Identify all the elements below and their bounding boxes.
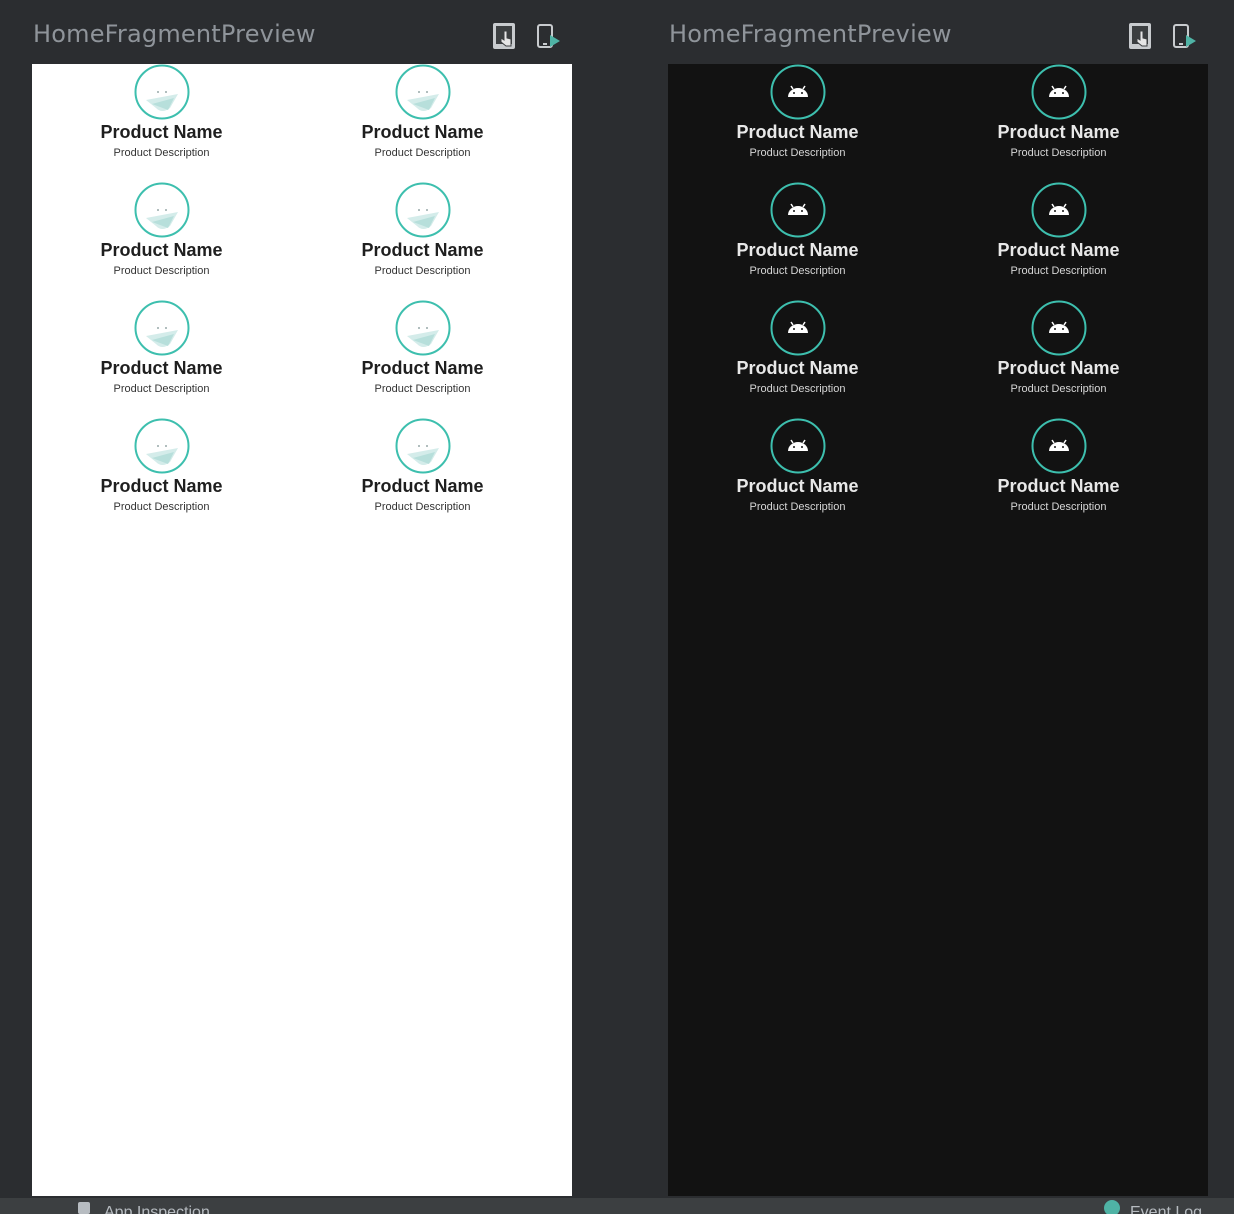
- product-card[interactable]: Product Name Product Description: [32, 64, 291, 182]
- product-card[interactable]: Product Name Product Description: [291, 418, 554, 536]
- product-name: Product Name: [736, 240, 859, 260]
- product-name: Product Name: [361, 122, 484, 142]
- product-card[interactable]: Product Name Product Description: [927, 418, 1190, 536]
- product-card[interactable]: Product Name Product Description: [32, 182, 291, 300]
- product-image-icon: [395, 418, 450, 474]
- deploy-to-device-icon[interactable]: [536, 22, 562, 50]
- product-card[interactable]: Product Name Product Description: [927, 64, 1190, 182]
- product-description: Product Description: [374, 265, 471, 277]
- product-card[interactable]: Product Name Product Description: [32, 418, 291, 536]
- product-description: Product Description: [1010, 383, 1107, 395]
- preview-panel-light: HomeFragmentPreview Product Name Product…: [30, 0, 605, 1196]
- product-name: Product Name: [100, 476, 223, 496]
- product-description: Product Description: [374, 501, 471, 513]
- android-icon: [770, 418, 825, 474]
- interactive-mode-icon[interactable]: [1128, 22, 1154, 50]
- android-icon: [1031, 300, 1086, 356]
- product-name: Product Name: [997, 240, 1120, 260]
- product-description: Product Description: [113, 383, 210, 395]
- preview-canvas-light: Product Name Product Description Product…: [32, 64, 572, 1196]
- product-description: Product Description: [113, 147, 210, 159]
- product-card[interactable]: Product Name Product Description: [668, 64, 927, 182]
- android-icon: [770, 300, 825, 356]
- product-image-icon: [395, 182, 450, 238]
- product-description: Product Description: [113, 265, 210, 277]
- android-icon: [1031, 418, 1086, 474]
- product-description: Product Description: [749, 147, 846, 159]
- preview-canvas-dark: Product Name Product Description Product…: [668, 64, 1208, 1196]
- product-name: Product Name: [736, 476, 859, 496]
- product-description: Product Description: [113, 501, 210, 513]
- bottom-tool-strip: App Inspection Event Log: [0, 1198, 1234, 1214]
- deploy-to-device-icon[interactable]: [1172, 22, 1198, 50]
- product-description: Product Description: [1010, 147, 1107, 159]
- product-card[interactable]: Product Name Product Description: [668, 418, 927, 536]
- product-image-icon: [395, 300, 450, 356]
- product-card[interactable]: Product Name Product Description: [291, 182, 554, 300]
- product-image-icon: [134, 300, 189, 356]
- android-icon: [1031, 182, 1086, 238]
- product-card[interactable]: Product Name Product Description: [668, 182, 927, 300]
- product-image-icon: [134, 418, 189, 474]
- product-name: Product Name: [997, 358, 1120, 378]
- product-card[interactable]: Product Name Product Description: [32, 300, 291, 418]
- preview-panel-dark: HomeFragmentPreview Product Name Product…: [666, 0, 1234, 1196]
- product-grid: Product Name Product Description Product…: [668, 64, 1208, 536]
- product-description: Product Description: [374, 147, 471, 159]
- product-image-icon: [134, 64, 189, 120]
- product-description: Product Description: [749, 383, 846, 395]
- product-description: Product Description: [749, 265, 846, 277]
- product-image-icon: [134, 182, 189, 238]
- product-description: Product Description: [374, 383, 471, 395]
- product-name: Product Name: [997, 476, 1120, 496]
- product-card[interactable]: Product Name Product Description: [927, 300, 1190, 418]
- android-icon: [1031, 64, 1086, 120]
- android-icon: [770, 182, 825, 238]
- product-card[interactable]: Product Name Product Description: [291, 64, 554, 182]
- app-inspection-tab[interactable]: App Inspection: [104, 1204, 210, 1214]
- product-name: Product Name: [736, 122, 859, 142]
- product-name: Product Name: [361, 240, 484, 260]
- product-name: Product Name: [100, 122, 223, 142]
- product-name: Product Name: [736, 358, 859, 378]
- product-card[interactable]: Product Name Product Description: [291, 300, 554, 418]
- product-name: Product Name: [100, 358, 223, 378]
- app-inspection-icon[interactable]: [78, 1202, 90, 1214]
- product-name: Product Name: [361, 476, 484, 496]
- preview-title: HomeFragmentPreview: [33, 20, 316, 48]
- product-grid: Product Name Product Description Product…: [32, 64, 572, 536]
- event-log-tab[interactable]: Event Log: [1130, 1204, 1202, 1214]
- product-name: Product Name: [997, 122, 1120, 142]
- product-card[interactable]: Product Name Product Description: [927, 182, 1190, 300]
- interactive-mode-icon[interactable]: [492, 22, 518, 50]
- product-card[interactable]: Product Name Product Description: [668, 300, 927, 418]
- preview-title: HomeFragmentPreview: [669, 20, 952, 48]
- android-icon: [770, 64, 825, 120]
- product-name: Product Name: [100, 240, 223, 260]
- product-description: Product Description: [749, 501, 846, 513]
- product-name: Product Name: [361, 358, 484, 378]
- product-description: Product Description: [1010, 501, 1107, 513]
- event-log-icon[interactable]: [1104, 1200, 1120, 1214]
- product-image-icon: [395, 64, 450, 120]
- product-description: Product Description: [1010, 265, 1107, 277]
